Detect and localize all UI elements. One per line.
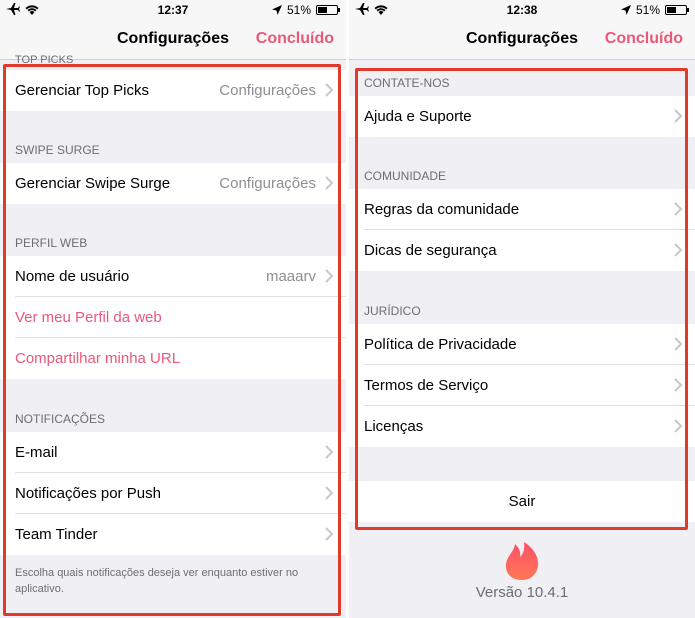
battery-icon <box>316 5 340 15</box>
section-header-notificacoes: NOTIFICAÇÕES <box>15 412 106 426</box>
row-label: Ajuda e Suporte <box>364 108 472 125</box>
section-header-perfil-web: PERFIL WEB <box>15 236 88 250</box>
licenses-row[interactable]: Licenças <box>349 406 695 447</box>
highlight-frame <box>355 68 688 530</box>
row-label: Política de Privacidade <box>364 336 517 353</box>
logout-button[interactable]: Sair <box>349 481 695 522</box>
privacy-policy-row[interactable]: Política de Privacidade <box>349 324 695 365</box>
logout-label: Sair <box>508 493 536 510</box>
app-version: Versão 10.4.1 <box>475 584 569 601</box>
left-screen: 12:37 51% Configurações Concluído TOP PI… <box>0 0 346 618</box>
tinder-flame-icon <box>505 542 539 580</box>
battery-percent: 51% <box>286 3 311 17</box>
row-label: Compartilhar minha URL <box>15 350 181 367</box>
chevron-right-icon <box>325 83 334 97</box>
chevron-right-icon <box>674 243 683 257</box>
section-header-contate-nos: CONTATE-NOS <box>364 76 450 90</box>
row-label: Gerenciar Top Picks <box>15 82 149 99</box>
notifications-footer-note: Escolha quais notificações deseja ver en… <box>15 567 299 595</box>
status-bar: 12:37 51% <box>0 0 346 20</box>
chevron-right-icon <box>674 337 683 351</box>
chevron-right-icon <box>325 527 334 541</box>
row-label: Regras da comunidade <box>364 201 520 218</box>
section-header-top-picks: TOP PICKS <box>15 54 74 66</box>
row-label: E-mail <box>15 444 58 461</box>
location-arrow-icon <box>271 5 282 15</box>
manage-top-picks-row[interactable]: Gerenciar Top Picks Configurações <box>0 70 346 111</box>
row-value: Configurações <box>219 82 316 99</box>
navigation-bar: Configurações Concluído <box>349 20 695 60</box>
chevron-right-icon <box>325 269 334 283</box>
chevron-right-icon <box>674 419 683 433</box>
chevron-right-icon <box>674 202 683 216</box>
location-arrow-icon <box>620 5 631 15</box>
right-screen: 12:38 51% Configurações Concluído CONTAT… <box>349 0 695 618</box>
chevron-right-icon <box>325 445 334 459</box>
row-value: Configurações <box>219 175 316 192</box>
row-label: Ver meu Perfil da web <box>15 309 162 326</box>
row-label: Nome de usuário <box>15 268 130 285</box>
chevron-right-icon <box>325 176 334 190</box>
community-rules-row[interactable]: Regras da comunidade <box>349 189 695 230</box>
email-notifications-row[interactable]: E-mail <box>0 432 346 473</box>
section-header-comunidade: COMUNIDADE <box>364 169 447 183</box>
battery-percent: 51% <box>635 3 660 17</box>
done-button[interactable]: Concluído <box>605 30 683 48</box>
team-tinder-row[interactable]: Team Tinder <box>0 514 346 555</box>
row-label: Gerenciar Swipe Surge <box>15 175 171 192</box>
row-value: maaarv <box>265 268 316 285</box>
username-row[interactable]: Nome de usuário maaarv <box>0 256 346 297</box>
row-label: Licenças <box>364 418 424 435</box>
row-label: Team Tinder <box>15 526 98 543</box>
help-support-row[interactable]: Ajuda e Suporte <box>349 96 695 137</box>
section-header-swipe-surge: SWIPE SURGE <box>15 143 100 157</box>
done-button[interactable]: Concluído <box>256 30 334 48</box>
chevron-right-icon <box>674 378 683 392</box>
terms-of-service-row[interactable]: Termos de Serviço <box>349 365 695 406</box>
safety-tips-row[interactable]: Dicas de segurança <box>349 230 695 271</box>
section-header-juridico: JURÍDICO <box>364 304 421 318</box>
view-web-profile-link[interactable]: Ver meu Perfil da web <box>0 297 346 338</box>
chevron-right-icon <box>325 486 334 500</box>
chevron-right-icon <box>674 109 683 123</box>
manage-swipe-surge-row[interactable]: Gerenciar Swipe Surge Configurações <box>0 163 346 204</box>
share-url-link[interactable]: Compartilhar minha URL <box>0 338 346 379</box>
push-notifications-row[interactable]: Notificações por Push <box>0 473 346 514</box>
row-label: Notificações por Push <box>15 485 161 502</box>
row-label: Termos de Serviço <box>364 377 489 394</box>
status-bar: 12:38 51% <box>349 0 695 20</box>
battery-icon <box>665 5 689 15</box>
row-label: Dicas de segurança <box>364 242 497 259</box>
